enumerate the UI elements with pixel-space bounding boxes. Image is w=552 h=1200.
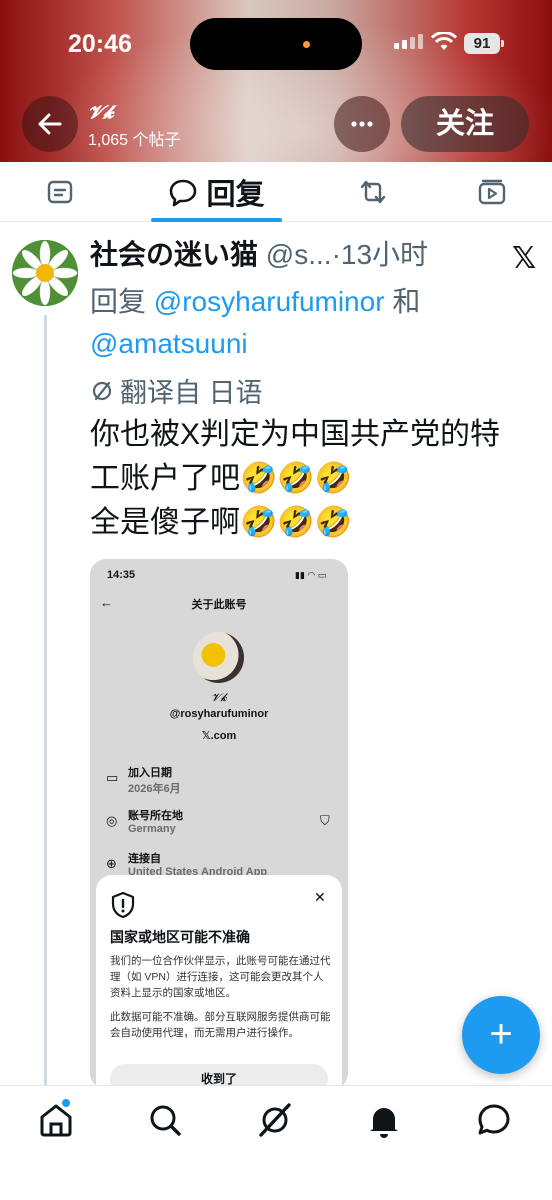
privacy-indicator-dot <box>303 41 310 48</box>
calendar-icon: ▭ <box>106 770 119 785</box>
sheet-paragraph-2: 此数据可能不准确。部分互联网服务提供商可能会自动使用代理，而无需用户进行操作。 <box>110 1011 331 1039</box>
avatar[interactable] <box>12 240 78 306</box>
globe-icon: ⊕ <box>106 856 117 871</box>
search-icon <box>150 1105 181 1136</box>
embedded-domain: 𝕏.com <box>201 730 237 742</box>
embedded-name: 𝓥𝓴 <box>211 692 227 704</box>
dynamic-island <box>190 18 362 70</box>
reply-to-line: 回复 @rosyharufuminor 和 @amatsuuni <box>90 281 530 365</box>
thread-line <box>44 315 47 1085</box>
location-value: Germany <box>128 823 176 835</box>
shield-alert-icon <box>111 891 135 919</box>
embedded-info-sheet: ✕ 国家或地区可能不准确 我们的一位合作伙伴显示，此账号可能在通过代理（如 VP… <box>96 875 342 1085</box>
profile-tabs: 回复 <box>0 162 552 222</box>
back-button[interactable] <box>22 96 78 152</box>
notifications-icon <box>370 1108 398 1138</box>
embedded-handle: @rosyharufuminor <box>169 708 269 720</box>
join-label: 加入日期 <box>128 767 172 779</box>
cellular-signal-icon <box>394 34 423 49</box>
nav-notifications[interactable] <box>364 1100 404 1140</box>
translate-icon <box>92 381 112 400</box>
nav-messages[interactable] <box>474 1100 514 1140</box>
battery-icon <box>501 40 504 47</box>
attached-image[interactable]: 14:35 ▮▮ ◠ ▭ ← 关于此账号 𝓥𝓴 @rosyharufuminor… <box>90 559 348 1085</box>
post-count: 1,065 个帖子 <box>88 132 181 149</box>
reply-prefix: 回复 <box>90 286 147 317</box>
arrow-left-icon <box>38 113 62 135</box>
shield-icon: ⛉ <box>320 813 330 828</box>
wifi-icon <box>431 32 457 50</box>
messages-icon <box>478 1104 510 1135</box>
repost-icon <box>360 180 386 204</box>
nav-home[interactable] <box>36 1100 76 1140</box>
embedded-status-icons: ▮▮ ◠ ▭ <box>295 570 327 580</box>
sheet-paragraph-1: 我们的一位合作伙伴显示，此账号可能在通过代理（如 VPN）进行连接，这可能会更改… <box>110 955 331 999</box>
nav-grok[interactable] <box>255 1100 295 1140</box>
grok-icon <box>259 1103 291 1137</box>
home-icon <box>40 1104 72 1137</box>
location-pin-icon: ◎ <box>106 813 118 828</box>
sheet-ok-button: 收到了 <box>110 1064 328 1085</box>
time-separator: · <box>331 239 341 270</box>
reply-post[interactable]: 社会の迷い猫 @s...·13小时 𝕏 回复 @rosyharufuminor … <box>0 223 552 1085</box>
follow-button[interactable]: 关注 <box>401 96 529 152</box>
media-icon <box>478 179 506 205</box>
daisy-avatar-image <box>12 240 78 306</box>
sheet-title: 国家或地区可能不准确 <box>110 929 250 945</box>
embedded-avatar <box>193 632 244 683</box>
post-header: 社会の迷い猫 @s...·13小时 <box>90 237 510 273</box>
tab-articles[interactable] <box>30 162 90 222</box>
status-bar: 20:46 91 <box>0 0 552 90</box>
home-notification-dot <box>62 1099 70 1107</box>
connect-label: 连接自 <box>128 853 161 865</box>
nav-search[interactable] <box>145 1100 185 1140</box>
active-tab-indicator <box>151 218 282 222</box>
more-button[interactable] <box>334 96 390 152</box>
author-name[interactable]: 社会の迷い猫 <box>90 239 258 270</box>
x-logo-icon: 𝕏 <box>512 242 537 275</box>
tab-reposts[interactable] <box>343 162 403 222</box>
compose-button[interactable]: + <box>462 996 540 1074</box>
reply-bubble-icon <box>170 179 197 207</box>
location-label: 账号所在地 <box>128 810 183 822</box>
mention-link[interactable]: @amatsuuni <box>90 328 248 359</box>
bottom-nav <box>0 1085 552 1200</box>
profile-header-nav: 𝓥𝓴 1,065 个帖子 关注 <box>0 92 552 156</box>
embedded-status-time: 14:35 <box>107 569 136 581</box>
tab-media[interactable] <box>462 162 522 222</box>
tab-replies-label: 回复 <box>206 179 265 211</box>
battery-level: 91 <box>464 33 500 54</box>
article-icon <box>47 180 73 204</box>
status-time: 20:46 <box>68 30 132 58</box>
join-value: 2026年6月 <box>128 783 181 795</box>
author-handle[interactable]: @s... <box>266 239 332 270</box>
reply-conjunction: 和 <box>392 286 421 317</box>
close-icon: ✕ <box>314 889 326 905</box>
tab-replies[interactable]: 回复 <box>151 162 282 222</box>
account-name: 𝓥𝓴 <box>88 102 114 122</box>
post-time[interactable]: 13小时 <box>341 239 428 270</box>
translated-label: 翻译自 日语 <box>120 378 263 408</box>
mention-link[interactable]: @rosyharufuminor <box>154 286 385 317</box>
ellipsis-icon <box>351 121 373 127</box>
translated-from[interactable]: 翻译自 日语 <box>90 371 263 410</box>
embedded-title: 关于此账号 <box>191 599 247 611</box>
post-text: 你也被X判定为中国共产党的特 工账户了吧🤣🤣🤣 全是傻子啊🤣🤣🤣 <box>90 418 501 539</box>
